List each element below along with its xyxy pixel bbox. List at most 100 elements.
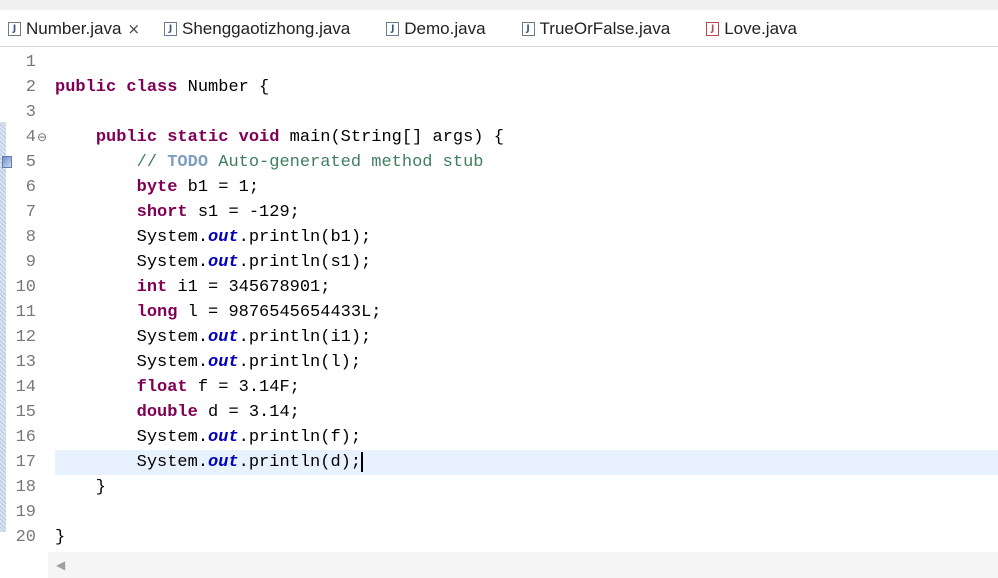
- code-token: System.: [55, 328, 209, 347]
- code-token: out: [208, 328, 239, 347]
- code-line[interactable]: 5 // TODO Auto-generated method stub: [0, 150, 998, 175]
- tab-trueorfalse-java[interactable]: J TrueOrFalse.java: [514, 12, 679, 46]
- code-line[interactable]: 16 System.out.println(f);: [0, 425, 998, 450]
- code-line[interactable]: 14 float f = 3.14F;: [0, 375, 998, 400]
- tab-number-java[interactable]: J Number.java ×: [0, 12, 149, 46]
- code-token: f = 3.14F;: [187, 378, 300, 397]
- line-number: 12: [15, 328, 36, 347]
- line-number: 14: [15, 378, 36, 397]
- code-token: out: [208, 453, 239, 472]
- code-token: l = 9876545654433L;: [177, 303, 382, 322]
- code-text[interactable]: System.out.println(s1);: [55, 250, 372, 275]
- code-token: out: [208, 253, 239, 272]
- code-line[interactable]: 8 System.out.println(b1);: [0, 225, 998, 250]
- code-token: .println(d);: [238, 453, 362, 472]
- code-text[interactable]: }: [55, 475, 106, 500]
- code-token: void: [238, 128, 280, 147]
- line-number: 15: [15, 403, 36, 422]
- code-line[interactable]: 13 System.out.println(l);: [0, 350, 998, 375]
- line-number: 13: [15, 353, 36, 372]
- code-text[interactable]: System.out.println(f);: [55, 425, 361, 450]
- code-line[interactable]: 6 byte b1 = 1;: [0, 175, 998, 200]
- code-text[interactable]: System.out.println(d);: [55, 450, 364, 475]
- tab-demo-java[interactable]: J Demo.java: [378, 12, 493, 46]
- code-token: long: [136, 303, 178, 322]
- tab-shenggaotizhong-java[interactable]: J Shenggaotizhong.java: [156, 12, 358, 46]
- code-text[interactable]: byte b1 = 1;: [55, 175, 259, 200]
- code-token: .println(s1);: [238, 253, 372, 272]
- close-tab-icon[interactable]: ×: [127, 20, 140, 38]
- code-text[interactable]: float f = 3.14F;: [55, 375, 300, 400]
- line-number: 17: [15, 453, 36, 472]
- code-token: byte: [136, 178, 178, 197]
- code-text[interactable]: }: [55, 525, 65, 550]
- tab-label: Love.java: [724, 19, 797, 38]
- tab-love-java[interactable]: J Love.java: [698, 12, 805, 46]
- code-token: d = 3.14;: [197, 403, 300, 422]
- code-text[interactable]: short s1 = -129;: [55, 200, 300, 225]
- code-token: main(String[] args) {: [279, 128, 504, 147]
- code-text[interactable]: long l = 9876545654433L;: [55, 300, 382, 325]
- scroll-left-icon[interactable]: ◀: [56, 558, 65, 572]
- code-token: .println(f);: [238, 428, 362, 447]
- code-token: double: [136, 403, 198, 422]
- java-file-icon: J: [386, 22, 400, 36]
- code-text[interactable]: public static void main(String[] args) {: [55, 125, 504, 150]
- code-token: }: [55, 528, 66, 547]
- code-token: TODO: [167, 153, 209, 172]
- code-text[interactable]: System.out.println(l);: [55, 350, 361, 375]
- code-line[interactable]: 20}: [0, 525, 998, 550]
- code-token: int: [136, 278, 168, 297]
- code-text[interactable]: int i1 = 345678901;: [55, 275, 331, 300]
- code-token: s1 = -129;: [187, 203, 300, 222]
- code-line[interactable]: 18 }: [0, 475, 998, 500]
- line-number: 3: [25, 103, 36, 122]
- code-token: public: [55, 78, 117, 97]
- code-token: b1 = 1;: [177, 178, 260, 197]
- code-line[interactable]: 1: [0, 50, 998, 75]
- line-number: 16: [15, 428, 36, 447]
- code-line[interactable]: 9 System.out.println(s1);: [0, 250, 998, 275]
- code-line[interactable]: 3: [0, 100, 998, 125]
- tab-label: Shenggaotizhong.java: [182, 19, 351, 38]
- line-number: 7: [25, 203, 36, 222]
- code-token: out: [208, 353, 239, 372]
- code-text[interactable]: System.out.println(b1);: [55, 225, 372, 250]
- code-text[interactable]: System.out.println(i1);: [55, 325, 372, 350]
- code-line[interactable]: 19: [0, 500, 998, 525]
- code-token: System.: [55, 453, 209, 472]
- window-top-strip: [0, 0, 998, 10]
- code-token: out: [208, 228, 239, 247]
- code-text[interactable]: public class Number {: [55, 75, 269, 100]
- code-editor[interactable]: 1 2 public class Number {3 4 ⊖ public static…: [0, 47, 998, 552]
- tab-label: Demo.java: [404, 19, 486, 38]
- code-line[interactable]: 4 ⊖ public static void main(String[] args…: [0, 125, 998, 150]
- horizontal-scrollbar[interactable]: ◀: [48, 552, 998, 578]
- code-line[interactable]: 17 System.out.println(d);: [0, 450, 998, 475]
- code-line[interactable]: 10 int i1 = 345678901;: [0, 275, 998, 300]
- code-line[interactable]: 12 System.out.println(i1);: [0, 325, 998, 350]
- code-token: System.: [55, 253, 209, 272]
- code-line[interactable]: 15 double d = 3.14;: [0, 400, 998, 425]
- fold-collapse-icon[interactable]: ⊖: [37, 125, 47, 150]
- code-line[interactable]: 11 long l = 9876545654433L;: [0, 300, 998, 325]
- code-text[interactable]: double d = 3.14;: [55, 400, 300, 425]
- code-line[interactable]: 7 short s1 = -129;: [0, 200, 998, 225]
- code-token: .println(b1);: [238, 228, 372, 247]
- line-number: 4: [25, 128, 36, 147]
- line-number: 2: [25, 78, 36, 97]
- code-token: System.: [55, 428, 209, 447]
- code-token: .println(l);: [238, 353, 362, 372]
- code-token: static: [167, 128, 229, 147]
- code-token: short: [136, 203, 188, 222]
- code-token: }: [55, 478, 107, 497]
- code-line[interactable]: 2 public class Number {: [0, 75, 998, 100]
- code-token: //: [136, 153, 168, 172]
- code-token: System.: [55, 353, 209, 372]
- code-text[interactable]: // TODO Auto-generated method stub: [55, 150, 484, 175]
